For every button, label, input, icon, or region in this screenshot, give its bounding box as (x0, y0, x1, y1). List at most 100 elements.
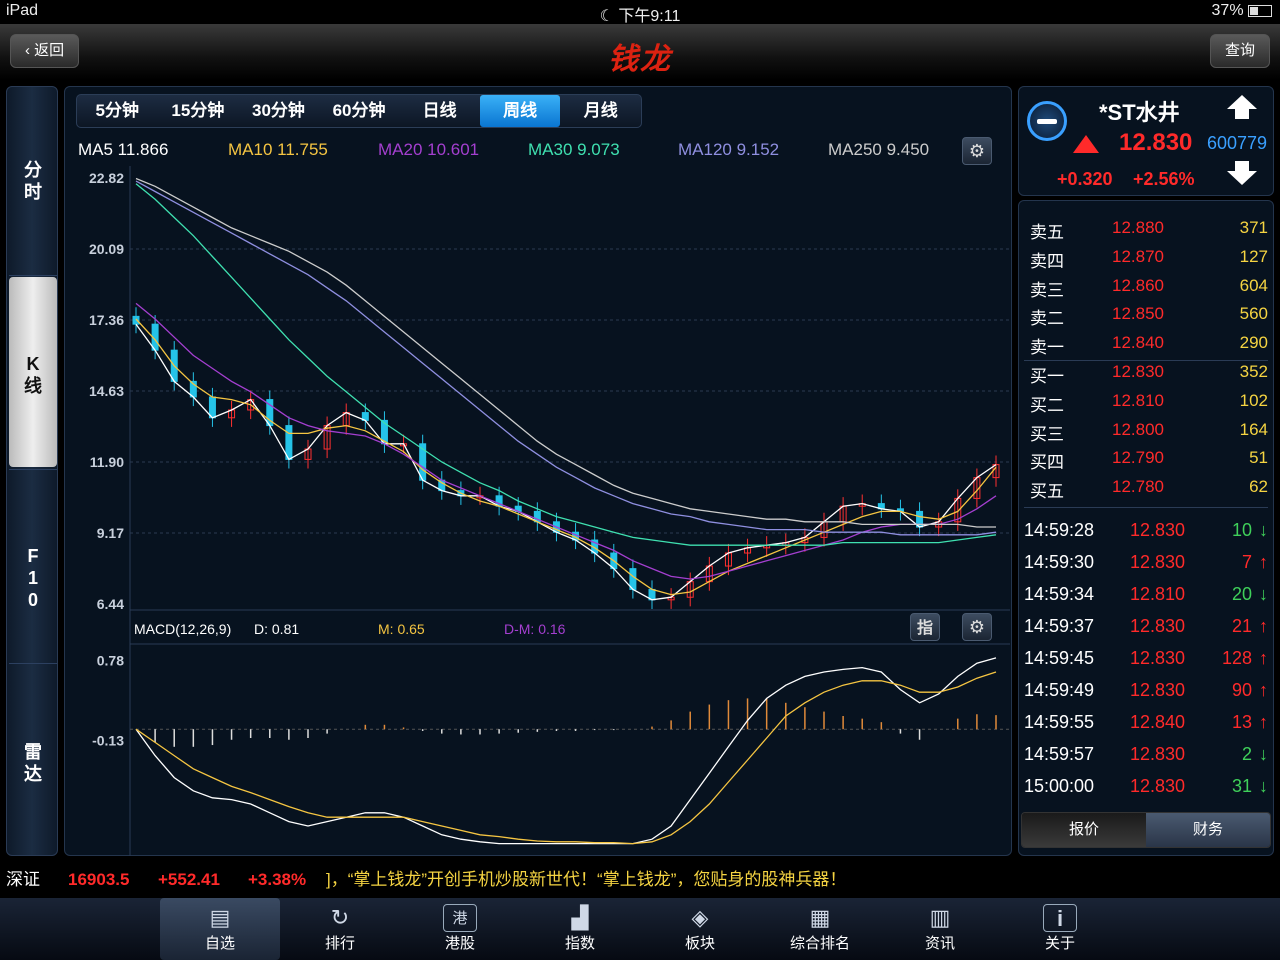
trade-row: 14:59:34 12.810 20 ↓ (1024, 584, 1268, 613)
ticker-index-pct: +3.38% (248, 870, 307, 889)
macd-line-d (135, 657, 997, 845)
index-icon: ▟ (571, 905, 589, 930)
ma-legend: MA5 11.866 MA10 11.755 MA20 10.601 MA30 … (78, 140, 958, 162)
macd-m-label: M: 0.65 (378, 621, 425, 637)
left-nav-item-radar[interactable]: 雷达 (7, 741, 59, 785)
ma-line-ma250 (135, 177, 996, 528)
bottom-nav-index[interactable]: ▟ 指数 (520, 898, 640, 960)
left-nav-item-f10[interactable]: F10 (7, 545, 59, 611)
order-book-row: 卖四 12.870 127 (1030, 247, 1268, 276)
last-price: 12.830 (1119, 129, 1193, 156)
order-book-row: 买三 12.800 164 (1030, 420, 1268, 449)
order-book-level: 买一 (1030, 367, 1064, 386)
ma30-label: MA30 9.073 (528, 140, 620, 159)
trade-row: 14:59:30 12.830 7 ↑ (1024, 552, 1268, 581)
bottom-nav-label: 排行 (324, 935, 355, 952)
battery: 37% (1212, 2, 1272, 20)
tab-weekly[interactable]: 周线 (479, 95, 561, 127)
order-book-row: 卖三 12.860 604 (1030, 276, 1268, 305)
tab-15min[interactable]: 15分钟 (158, 95, 239, 127)
order-book-volume: 560 (1239, 304, 1268, 324)
order-book-volume: 51 (1249, 448, 1268, 468)
indicator-button-label: 指 (916, 620, 933, 637)
ma-line-ma120 (135, 180, 997, 536)
trade-price: 12.830 (1130, 616, 1186, 636)
bottom-nav-composite-rank[interactable]: ▦ 综合排名 (760, 898, 880, 960)
up-arrow-icon: ↑ (1259, 552, 1268, 572)
bottom-nav-watchlist[interactable]: ▤ 自选 (160, 898, 280, 960)
order-book-volume: 102 (1239, 390, 1268, 410)
candle (285, 425, 293, 460)
indicator-button[interactable]: 指 (910, 613, 940, 641)
y-tick-label: 14.63 (89, 383, 124, 399)
trade-volume: 90 (1231, 680, 1252, 700)
left-nav-divider (9, 275, 57, 276)
ticker-index-name: 深证 (6, 870, 40, 889)
ma-settings-button[interactable]: ⚙ (962, 137, 992, 165)
order-book-price: 12.790 (1112, 448, 1164, 468)
y-tick-label: 17.36 (89, 312, 124, 328)
left-nav-label-radar: 雷达 (24, 742, 42, 784)
kline-chart: 22.82 20.09 17.36 14.63 11.90 9.17 6.44 0.78 -0.… (89, 166, 1010, 856)
gear-icon: ⚙ (968, 141, 986, 161)
query-button[interactable]: 查询 (1209, 34, 1270, 68)
tab-quote[interactable]: 报价 (1022, 813, 1146, 847)
remove-watchlist-icon[interactable] (1027, 101, 1067, 141)
order-book-row: 卖一 12.840 290 (1030, 333, 1268, 362)
bottom-nav: ▤ 自选 ↻ 排行 港港股 ▟ 指数 ◈ 板块 ▦ 综合排名 ▥ 资讯 i 关于 (0, 898, 1280, 960)
bottom-nav-sector[interactable]: ◈ 板块 (640, 898, 760, 960)
left-nav-item-kline[interactable]: K线 (7, 353, 59, 397)
top-bar: ‹ 返回 钱龙 查询 (0, 24, 1280, 80)
order-book-row: 买五 12.780 62 (1030, 477, 1268, 506)
left-nav: 分时 K线 F10 雷达 (6, 86, 58, 856)
next-stock-arrow-icon[interactable] (1227, 171, 1257, 185)
tab-30min[interactable]: 30分钟 (238, 95, 319, 127)
index-ticker: 深证 16903.5 +552.41 +3.38% ]，“掌上钱龙”开创手机炒股… (0, 862, 1280, 898)
bottom-nav-label: 自选 (204, 935, 235, 952)
left-nav-divider (9, 663, 57, 664)
tab-60min[interactable]: 60分钟 (319, 95, 400, 127)
trade-volume: 20 (1231, 584, 1252, 604)
tab-daily[interactable]: 日线 (399, 95, 480, 127)
hk-stock-icon: 港 (443, 904, 477, 932)
trade-time: 14:59:37 (1024, 616, 1095, 636)
bottom-nav-news[interactable]: ▥ 资讯 (880, 898, 1000, 960)
bottom-nav-about[interactable]: i 关于 (1000, 898, 1120, 960)
next-stock-arrow-stem (1235, 161, 1249, 171)
bid-ask-divider (1024, 360, 1268, 361)
down-arrow-icon: ↓ (1259, 584, 1268, 604)
order-book-volume: 352 (1239, 362, 1268, 381)
ma-line-ma10 (135, 318, 997, 596)
stock-code: 600779 (1207, 133, 1268, 153)
order-book-price: 12.800 (1112, 419, 1164, 439)
tab-monthly[interactable]: 月线 (560, 95, 641, 127)
y-tick-label: 11.90 (90, 454, 124, 470)
ticker-index-change: +552.41 (158, 870, 220, 889)
left-nav-item-timeshare[interactable]: 分时 (7, 159, 59, 203)
macd-y-tick-label: 0.78 (97, 653, 124, 669)
trade-volume: 13 (1231, 712, 1252, 732)
bottom-nav-label: 港股 (444, 935, 475, 952)
bottom-nav-ranking[interactable]: ↻ 排行 (280, 898, 400, 960)
tab-5min[interactable]: 5分钟 (77, 95, 158, 127)
order-book-volume: 127 (1239, 246, 1268, 266)
order-book-price: 12.860 (1112, 275, 1164, 295)
trade-row: 15:00:00 12.830 31 ↓ (1024, 776, 1268, 805)
order-book-level: 卖一 (1030, 338, 1064, 358)
period-tabs: 5分钟 15分钟 30分钟 60分钟 日线 周线 月线 (76, 94, 642, 128)
macd-settings-button[interactable]: ⚙ (962, 613, 992, 641)
trade-row: 14:59:45 12.830 128 ↑ (1024, 648, 1268, 677)
tab-finance[interactable]: 财务 (1146, 813, 1270, 847)
y-tick-label: 9.17 (97, 525, 124, 541)
y-tick-label: 6.44 (97, 596, 124, 612)
order-book-price: 12.830 (1112, 362, 1164, 381)
left-nav-label-f10: F10 (27, 546, 39, 610)
battery-icon (1248, 4, 1272, 17)
ma20-label: MA20 10.601 (378, 140, 480, 159)
prev-stock-arrow-icon[interactable] (1227, 95, 1257, 109)
trade-price: 12.830 (1130, 648, 1186, 668)
order-book-volume: 290 (1239, 333, 1268, 353)
ma10-label: MA10 11.755 (228, 140, 328, 159)
bottom-nav-hk-stock[interactable]: 港港股 (400, 898, 520, 960)
trade-row: 14:59:49 12.830 90 ↑ (1024, 680, 1268, 709)
